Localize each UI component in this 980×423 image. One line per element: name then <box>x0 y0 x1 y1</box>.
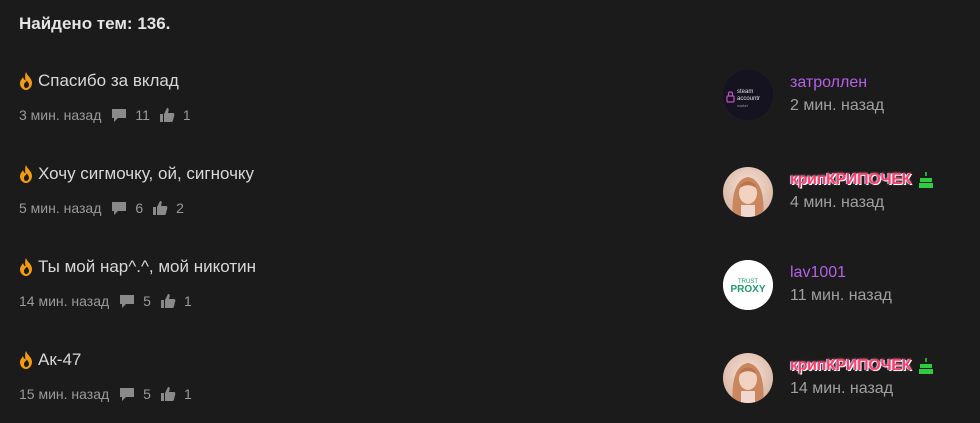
last-post-time: 4 мин. назад <box>790 194 885 211</box>
replies-count: 5 <box>143 293 151 309</box>
thread-row: Хочу сигмочку, ой, сигночку 5 мин. назад… <box>0 163 980 243</box>
svg-text:steam: steam <box>737 89 753 95</box>
thread-title[interactable]: Ты мой нар^.^, мой никотин <box>38 257 256 277</box>
likes-count: 1 <box>183 293 192 309</box>
last-poster-name[interactable]: крипКРИПОЧЕК <box>790 171 934 189</box>
last-poster-name[interactable]: крипКРИПОЧЕК <box>790 357 934 375</box>
likes-count: 2 <box>176 200 184 216</box>
avatar[interactable] <box>723 167 773 217</box>
last-post-time: 2 мин. назад <box>790 97 885 114</box>
replies-count: 6 <box>135 200 144 216</box>
thread-time: 15 мин. назад <box>19 386 110 402</box>
comment-icon <box>112 201 127 215</box>
likes-count: 1 <box>183 386 192 402</box>
replies-count: 5 <box>143 386 151 402</box>
cake-icon <box>919 358 934 374</box>
thread-title[interactable]: Ак-47 <box>38 350 81 370</box>
thumbs-up-icon <box>160 294 176 308</box>
fire-icon <box>20 351 32 369</box>
thread-time: 14 мин. назад <box>19 293 110 309</box>
results-count: Найдено тем: 136. <box>19 14 171 33</box>
last-post-time: 14 мин. назад <box>790 380 894 397</box>
thread-time: 5 мин. назад <box>19 200 102 216</box>
avatar[interactable]: TRUST PROXY <box>723 260 773 310</box>
last-poster-name[interactable]: затроллен <box>790 74 867 92</box>
fire-icon <box>20 72 32 90</box>
last-post-time: 11 мин. назад <box>790 287 892 304</box>
avatar[interactable] <box>723 353 773 403</box>
thumbs-up-icon <box>159 108 175 122</box>
thumbs-up-icon <box>153 201 168 215</box>
svg-text:PROXY: PROXY <box>730 284 765 295</box>
thread-title[interactable]: Хочу сигмочку, ой, сигночку <box>38 164 254 184</box>
likes-count: 1 <box>182 107 191 123</box>
thread-title[interactable]: Спасибо за вклад <box>38 71 179 91</box>
svg-text:market: market <box>737 104 748 108</box>
svg-text:accountr: accountr <box>737 96 760 102</box>
fire-icon <box>20 258 32 276</box>
fire-icon <box>20 165 32 183</box>
thread-row: Ак-47 15 мин. назад 5 1 крипКРИПОЧЕК 14 … <box>0 349 980 423</box>
last-poster-name[interactable]: lav1001 <box>790 264 846 282</box>
thread-time: 3 мин. назад <box>19 107 102 123</box>
comment-icon <box>112 108 127 122</box>
cake-icon <box>919 172 934 188</box>
avatar[interactable]: steam accountr market <box>723 70 773 120</box>
thread-row: Спасибо за вклад 3 мин. назад 11 1 steam… <box>0 70 980 150</box>
replies-count: 11 <box>135 107 150 123</box>
comment-icon <box>120 294 135 308</box>
thread-row: Ты мой нар^.^, мой никотин 14 мин. назад… <box>0 256 980 336</box>
search-results: Найдено тем: 136. Спасибо за вклад 3 мин… <box>0 0 980 423</box>
thumbs-up-icon <box>160 387 176 401</box>
comment-icon <box>120 387 135 401</box>
